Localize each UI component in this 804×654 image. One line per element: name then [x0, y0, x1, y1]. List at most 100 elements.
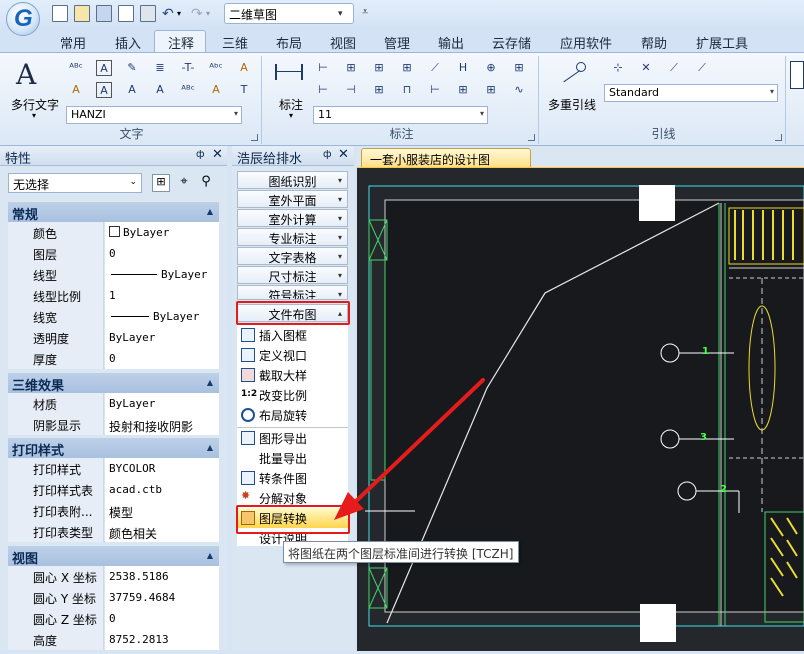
menu-text-table[interactable]: 文字表格 ▾ [237, 247, 348, 265]
prop-row[interactable]: 材质 ByLayer [8, 393, 219, 414]
section-view[interactable]: 视图 ▲ [8, 546, 219, 567]
center-mark-icon[interactable]: ⊕ [483, 60, 499, 76]
prop-row[interactable]: 打印样式表 acad.ctb [8, 479, 219, 500]
menu-annotation[interactable]: 专业标注 ▾ [237, 228, 348, 246]
text-style-icon[interactable]: ᴬᵇᶜ [208, 60, 224, 76]
section-plot-style[interactable]: 打印样式 ▲ [8, 438, 219, 459]
tab-applications[interactable]: 应用软件 [560, 33, 612, 52]
dim-edit-icon[interactable]: ⊢ [315, 82, 331, 98]
print-icon[interactable] [140, 5, 156, 22]
align-leader-icon[interactable]: ⟋ [666, 60, 682, 76]
menu-symbol[interactable]: 符号标注 ▾ [237, 285, 348, 300]
select-objects-icon[interactable]: ⌖ [175, 174, 193, 192]
prop-row[interactable]: 线宽 ByLayer [8, 306, 219, 327]
dim-wave-icon[interactable]: ∿ [511, 82, 527, 98]
prop-row[interactable]: 打印样式 BYCOLOR [8, 458, 219, 479]
save-as-icon[interactable] [118, 5, 134, 22]
text-convert-icon[interactable]: A [208, 82, 224, 98]
text-vertical-icon[interactable]: A [152, 82, 168, 98]
linear-dim-icon[interactable]: ⊢ [315, 60, 331, 76]
document-title-combo[interactable]: 二维草图 [224, 3, 354, 24]
text-replace-icon[interactable]: T [236, 82, 252, 98]
prop-row[interactable]: 厚度 0 [8, 348, 219, 369]
quick-select-icon[interactable]: ⚲ [197, 174, 215, 192]
multiline-text-icon[interactable]: A [16, 58, 36, 91]
text-scale-icon[interactable]: A [68, 82, 84, 98]
dim-jog-icon[interactable]: ⊓ [399, 82, 415, 98]
prop-row[interactable]: 圆心 Z 坐标 0 [8, 608, 219, 629]
collect-leader-icon[interactable]: ⟋ [694, 60, 710, 76]
tab-layout[interactable]: 布局 [276, 33, 302, 52]
dim-inspect-icon[interactable]: ⊢ [427, 82, 443, 98]
tab-common[interactable]: 常用 [60, 33, 86, 52]
dim-table-icon[interactable]: ⊞ [511, 60, 527, 76]
redo-dropdown-icon[interactable]: ▾ [206, 9, 210, 18]
spell-check-icon[interactable]: ᴬᴮᶜ [68, 60, 84, 76]
toggle-pickadd-icon[interactable]: ⊞ [152, 174, 170, 192]
selection-combo[interactable]: 无选择 ⌄ [8, 173, 142, 193]
chevron-down-icon[interactable]: ▾ [32, 111, 36, 120]
continue-dim-icon[interactable]: ⊞ [371, 60, 387, 76]
close-icon[interactable]: ✕ [212, 147, 223, 162]
dialog-launcher-icon[interactable] [775, 134, 782, 141]
text-baseline-icon[interactable]: -T- [180, 60, 196, 76]
document-tab[interactable]: 一套小服装店的设计图 [361, 148, 531, 168]
tab-annotate[interactable]: 注释 [168, 33, 194, 52]
dim-space-icon[interactable]: ⊣ [343, 82, 359, 98]
tab-view[interactable]: 视图 [330, 33, 356, 52]
prop-row[interactable]: 颜色 ByLayer [8, 222, 219, 243]
aligned-dim-icon[interactable]: ⟋ [427, 60, 443, 76]
text-frame-icon[interactable]: A [96, 60, 112, 76]
tab-output[interactable]: 输出 [438, 33, 464, 52]
oblique-dim-icon[interactable]: H [455, 60, 471, 76]
undo-icon[interactable]: ↶ [162, 6, 174, 22]
prop-row[interactable]: 线型比例 1 [8, 285, 219, 306]
multileader-icon[interactable] [558, 62, 592, 86]
leader-style-combo[interactable]: Standard ▾ [604, 84, 778, 102]
section-general[interactable]: 常规 ▲ [8, 202, 219, 223]
undo-dropdown-icon[interactable]: ▾ [177, 9, 181, 18]
dim-break-icon[interactable]: ⊞ [371, 82, 387, 98]
tab-3d[interactable]: 三维 [222, 33, 248, 52]
chevron-down-icon[interactable]: ▾ [338, 9, 343, 19]
close-icon[interactable]: ✕ [338, 147, 349, 162]
tab-insert[interactable]: 插入 [115, 33, 141, 52]
prop-row[interactable]: 打印表附... 模型 [8, 500, 219, 521]
prop-row[interactable]: 透明度 ByLayer [8, 327, 219, 348]
dim-style-combo[interactable]: 11 ▾ [313, 106, 488, 124]
new-file-icon[interactable] [52, 5, 68, 22]
prop-row[interactable]: 圆心 Y 坐标 37759.4684 [8, 587, 219, 608]
menu-outdoor-plan[interactable]: 室外平面 ▾ [237, 190, 348, 208]
app-logo-icon[interactable]: G [6, 2, 40, 36]
save-icon[interactable] [96, 5, 112, 22]
dim-update-icon[interactable]: ⊞ [455, 82, 471, 98]
quick-dim-icon[interactable]: ⊞ [399, 60, 415, 76]
customize-qat-icon[interactable]: ⩡ [362, 5, 368, 19]
chevron-down-icon[interactable]: ▾ [289, 111, 293, 120]
edit-text-icon[interactable]: ✎ [124, 60, 140, 76]
dialog-launcher-icon[interactable] [251, 134, 258, 141]
section-3d-effects[interactable]: 三维效果 ▲ [8, 373, 219, 394]
pin-icon[interactable]: ф [196, 149, 205, 160]
dim-reassoc-icon[interactable]: ⊞ [483, 82, 499, 98]
tab-help[interactable]: 帮助 [641, 33, 667, 52]
find-text-icon[interactable]: A [236, 60, 252, 76]
text-mask-icon[interactable]: A [96, 82, 112, 98]
text-abc-icon[interactable]: ᴬᴮᶜ [180, 82, 196, 98]
menu-drawing-recognition[interactable]: 图纸识别 ▾ [237, 171, 348, 189]
text-justify-icon[interactable]: A [124, 82, 140, 98]
text-align-icon[interactable]: ≣ [152, 60, 168, 76]
prop-row[interactable]: 圆心 X 坐标 2538.5186 [8, 566, 219, 587]
table-icon[interactable] [790, 61, 804, 89]
baseline-dim-icon[interactable]: ⊞ [343, 60, 359, 76]
redo-icon[interactable]: ↷ [191, 6, 203, 22]
dimension-icon[interactable] [275, 64, 303, 80]
tab-extension-tools[interactable]: 扩展工具 [696, 33, 748, 52]
menu-outdoor-calc[interactable]: 室外计算 ▾ [237, 209, 348, 227]
add-leader-icon[interactable]: ⊹ [610, 60, 626, 76]
tab-manage[interactable]: 管理 [384, 33, 410, 52]
dialog-launcher-icon[interactable] [528, 134, 535, 141]
multileader-button[interactable]: 多重引线 [548, 96, 596, 113]
prop-row[interactable]: 线型 ByLayer [8, 264, 219, 285]
remove-leader-icon[interactable]: ✕ [638, 60, 654, 76]
